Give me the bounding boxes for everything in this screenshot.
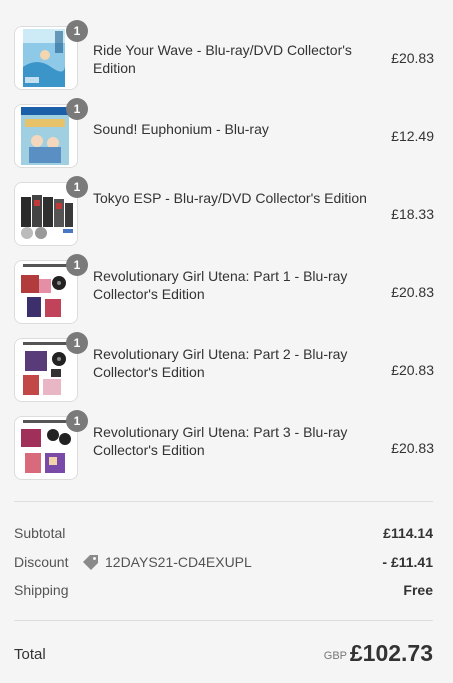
product-price: £20.83	[391, 440, 434, 456]
product-thumbnail-wrapper: 1	[14, 332, 88, 402]
quantity-badge: 1	[66, 410, 88, 432]
product-price: £20.83	[391, 362, 434, 378]
order-item: 1 Sound! Euphonium - Blu-ray £12.49	[14, 93, 434, 168]
discount-row: Discount 12DAYS21-CD4EXUPL - £11.41	[14, 554, 433, 574]
product-thumbnail-wrapper: 1	[14, 20, 88, 90]
quantity-badge: 1	[66, 20, 88, 42]
product-name: Revolutionary Girl Utena: Part 1 - Blu-r…	[93, 268, 348, 302]
total-value: £102.73	[349, 640, 433, 666]
quantity-badge: 1	[66, 332, 88, 354]
total-label: Total	[14, 646, 46, 663]
product-thumbnail-wrapper: 1	[14, 254, 88, 324]
discount-label: Discount	[14, 554, 69, 570]
product-thumbnail-wrapper: 1	[14, 176, 88, 246]
subtotal-value: £114.14	[383, 525, 433, 541]
product-name: Revolutionary Girl Utena: Part 2 - Blu-r…	[93, 346, 348, 380]
product-price: £18.33	[391, 206, 434, 222]
quantity-badge: 1	[66, 98, 88, 120]
product-name: Revolutionary Girl Utena: Part 3 - Blu-r…	[93, 424, 348, 458]
order-item: 1 Revolutionary Girl Utena: Part 1 - Blu…	[14, 249, 434, 324]
order-item: 1 Revolutionary Girl Utena: Part 2 - Blu…	[14, 327, 434, 402]
quantity-badge: 1	[66, 176, 88, 198]
subtotal-row: Subtotal £114.14	[14, 525, 433, 545]
product-name: Ride Your Wave - Blu-ray/DVD Collector's…	[93, 42, 352, 76]
tag-icon	[83, 555, 98, 570]
shipping-label: Shipping	[14, 582, 69, 598]
product-thumbnail-wrapper: 1	[14, 98, 88, 168]
product-name: Sound! Euphonium - Blu-ray	[93, 121, 269, 137]
summary-divider	[14, 501, 433, 502]
currency-code: GBP	[323, 650, 347, 662]
shipping-row: Shipping Free	[14, 582, 433, 602]
product-price: £20.83	[391, 50, 434, 66]
order-item: 1 Revolutionary Girl Utena: Part 3 - Blu…	[14, 405, 434, 480]
shipping-value: Free	[403, 582, 433, 598]
quantity-badge: 1	[66, 254, 88, 276]
order-item: 1 Ride Your Wave - Blu-ray/DVD Collector…	[14, 15, 434, 90]
product-price: £12.49	[391, 128, 434, 144]
subtotal-label: Subtotal	[14, 525, 66, 541]
total-divider	[14, 620, 433, 621]
product-thumbnail-wrapper: 1	[14, 410, 88, 480]
product-name: Tokyo ESP - Blu-ray/DVD Collector's Edit…	[93, 190, 367, 206]
product-price: £20.83	[391, 284, 434, 300]
discount-code-text: 12DAYS21-CD4EXUPL	[105, 554, 252, 570]
order-item: 1 Tokyo ESP - Blu-ray/DVD Collector's Ed…	[14, 171, 434, 246]
discount-value: - £11.41	[382, 554, 433, 570]
